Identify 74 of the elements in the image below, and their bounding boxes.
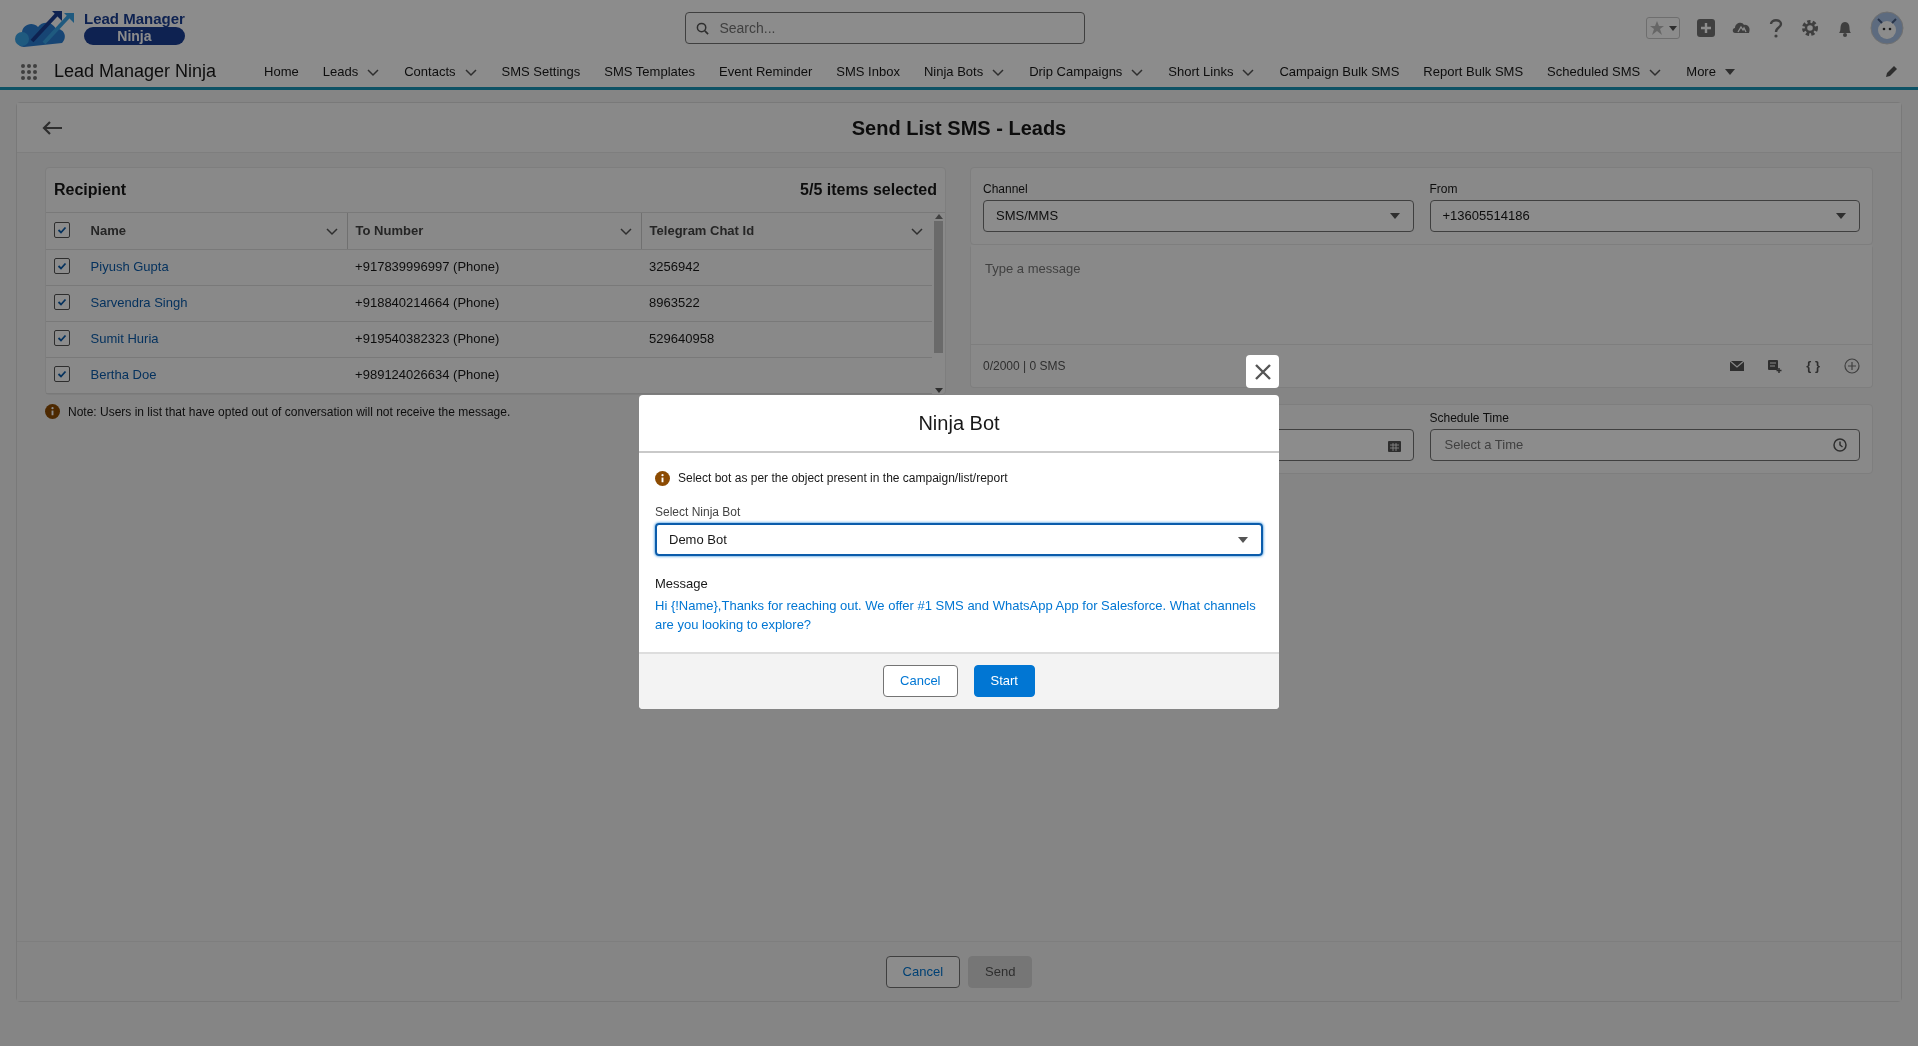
back-arrow-icon[interactable] [41, 119, 63, 136]
nav-tab[interactable]: Short Links [1156, 61, 1268, 82]
info-text: Select bot as per the object present in the campaign/list/report [678, 470, 1008, 487]
channel-select[interactable]: SMS/MMS [983, 200, 1414, 232]
merge-field-icon[interactable]: { } [1806, 356, 1820, 376]
calendar-icon[interactable] [1387, 438, 1401, 452]
clock-icon [1833, 438, 1847, 452]
field-label: Message [655, 575, 709, 593]
search-field[interactable]: Search... [685, 12, 1086, 44]
field-label: Channel [983, 181, 1029, 198]
contact-link[interactable]: Sumit Huria [90, 331, 159, 347]
app-launcher-icon[interactable] [20, 62, 38, 81]
nav-tab[interactable]: Leads [310, 61, 393, 82]
nav-tab[interactable]: Ninja Bots [911, 61, 1018, 82]
nav-tab[interactable]: Report Bulk SMS [1411, 61, 1536, 82]
nav-tab[interactable]: SMS Settings [489, 61, 593, 82]
avatar-icon[interactable] [1870, 11, 1904, 45]
nav-tab[interactable]: Drip Campaigns [1017, 61, 1157, 82]
scrollbar[interactable] [932, 213, 945, 394]
table-cell: 529640958 [649, 331, 715, 347]
pencil-icon[interactable] [1884, 64, 1898, 79]
field-label: Schedule Time [1429, 410, 1510, 427]
contact-link[interactable]: Piyush Gupta [90, 259, 169, 275]
from-select[interactable]: +13605514186 [1429, 200, 1860, 232]
plus-icon[interactable] [1696, 18, 1716, 38]
time-field[interactable]: Select a Time [1429, 429, 1860, 461]
close-icon[interactable] [1253, 362, 1272, 381]
column-header: Telegram Chat Id [649, 222, 755, 240]
add-circle-icon[interactable] [1844, 358, 1860, 374]
message-text: Hi {!Name},Thanks for reaching out. We offer #1 SMS and WhatsApp App for Salesforce. What channels are you looking to explore? [655, 596, 1257, 634]
app-name: Lead Manager Ninja [54, 60, 217, 83]
cancel-button[interactable]: Cancel [883, 665, 958, 697]
scroll-up-icon[interactable] [934, 213, 943, 219]
selection-count: 5/5 items selected [800, 180, 937, 200]
nav-tab[interactable]: Event Reminder [707, 61, 825, 82]
field-label: Select Ninja Bot [655, 504, 742, 521]
table-cell: +917839996997 (Phone) [355, 259, 500, 275]
bot-select[interactable]: Demo Bot [655, 523, 1263, 556]
favorite-control[interactable] [1646, 17, 1680, 39]
table-cell: +919540382323 (Phone) [355, 331, 500, 347]
nav-tab[interactable]: Home [252, 61, 311, 82]
cancel-button[interactable]: Cancel [885, 955, 961, 988]
nav-tab[interactable]: Scheduled SMS [1535, 61, 1675, 82]
table-cell: 3256942 [649, 259, 700, 275]
nav-tab[interactable]: More [1674, 61, 1748, 82]
settings-icon[interactable] [1800, 18, 1820, 38]
table-cell: 8963522 [649, 295, 700, 311]
nav-tab[interactable]: SMS Inbox [824, 61, 912, 82]
character-counter: 0/2000 | 0 SMS [983, 358, 1066, 375]
table-cell: +989124026634 (Phone) [355, 367, 500, 383]
field-label: From [1429, 181, 1459, 198]
search-icon [696, 21, 710, 35]
column-header: To Number [355, 222, 424, 240]
contact-link[interactable]: Sarvendra Singh [90, 295, 188, 311]
nav-tab[interactable]: Campaign Bulk SMS [1267, 61, 1412, 82]
help-icon[interactable] [1768, 18, 1784, 38]
section-title: Recipient [54, 180, 126, 200]
column-header: Name [90, 222, 127, 240]
nav-tab[interactable]: Contacts [392, 61, 490, 82]
info-icon [655, 470, 670, 486]
envelope-icon[interactable] [1730, 360, 1745, 372]
contact-link[interactable]: Bertha Doe [90, 367, 157, 383]
logo-text: Lead Manager [84, 11, 185, 27]
start-button[interactable]: Start [973, 665, 1035, 697]
nav-tab[interactable]: SMS Templates [592, 61, 708, 82]
note-plus-icon[interactable] [1768, 359, 1783, 373]
info-icon [45, 404, 60, 419]
table-cell: +918840214664 (Phone) [355, 295, 500, 311]
message-field[interactable]: Type a message 0/2000 | 0 SMS { } [970, 245, 1873, 388]
page-title: Send List SMS - Leads [850, 115, 1068, 140]
close-button[interactable] [1246, 355, 1279, 388]
modal-title: Ninja Bot [918, 411, 1000, 436]
note-text: Note: Users in list that have opted out of conversation will not receive the message. [68, 403, 511, 421]
logo-badge: Ninja [84, 27, 185, 45]
